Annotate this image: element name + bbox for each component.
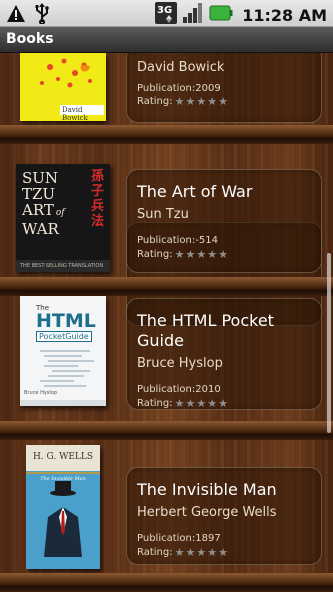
cover-line: SUN: [22, 169, 59, 187]
shelf-divider: [0, 573, 333, 586]
book-list[interactable]: David Bowick David Bowick Publication:20…: [0, 53, 333, 592]
rating-label: Rating:: [137, 96, 173, 107]
star-icon[interactable]: ★: [196, 249, 206, 260]
star-icon[interactable]: ★: [218, 398, 228, 409]
rating-label: Rating:: [137, 249, 173, 260]
rating-stars[interactable]: ★ ★ ★ ★ ★: [175, 547, 228, 558]
publication-label: Publication:: [137, 533, 196, 544]
book-rating[interactable]: Rating: ★ ★ ★ ★ ★: [137, 249, 228, 260]
cover-line: ART: [22, 201, 54, 219]
status-bar: 3G 11:28 AM: [0, 0, 333, 27]
cover-author-text: Bruce Hyslop: [24, 390, 58, 396]
book-title: The HTML Pocket Guide: [137, 311, 274, 350]
publication-year: 1897: [195, 533, 221, 544]
publication-label: Publication:: [137, 83, 196, 94]
usb-icon: [34, 3, 50, 28]
clock: 11:28 AM: [242, 5, 327, 25]
book-card[interactable]: The HTML Pocket Guide Bruce Hyslop Publi…: [126, 298, 322, 410]
book-publication: Publication:2009: [137, 83, 221, 94]
star-icon[interactable]: ★: [175, 547, 185, 558]
star-icon[interactable]: ★: [175, 398, 185, 409]
book-rating[interactable]: Rating: ★ ★ ★ ★ ★: [137, 398, 228, 409]
book-author: Sun Tzu: [137, 207, 189, 222]
cover-chinese-text: 孫子兵法: [91, 169, 105, 229]
rating-stars[interactable]: ★ ★ ★ ★ ★: [175, 398, 228, 409]
svg-text:3G: 3G: [157, 5, 172, 16]
book-cover[interactable]: David Bowick: [20, 53, 106, 121]
book-publication: Publication:-514: [137, 235, 218, 246]
publication-label: Publication:: [137, 384, 196, 395]
scrollbar[interactable]: [327, 253, 331, 433]
publication-year: 2010: [195, 384, 221, 395]
cover-html: HTML: [36, 310, 96, 332]
book-publication: Publication:1897: [137, 533, 221, 544]
book-row[interactable]: David Bowick David Bowick Publication:20…: [0, 53, 333, 133]
star-icon[interactable]: ★: [196, 398, 206, 409]
page-title: Books: [6, 31, 54, 47]
star-icon[interactable]: ★: [218, 249, 228, 260]
publication-label: Publication:: [137, 235, 196, 246]
cover-title-text: The Invisible Man: [40, 476, 86, 482]
book-rating[interactable]: Rating: ★ ★ ★ ★ ★: [137, 96, 228, 107]
book-author: Bruce Hyslop: [137, 356, 223, 371]
book-card[interactable]: The Art of War Sun Tzu Publication:-514 …: [126, 169, 322, 273]
book-card[interactable]: The Invisible Man Herbert George Wells P…: [126, 467, 322, 565]
star-icon[interactable]: ★: [186, 249, 196, 260]
rating-label: Rating:: [137, 398, 173, 409]
star-icon[interactable]: ★: [196, 547, 206, 558]
star-icon[interactable]: ★: [207, 547, 217, 558]
book-cover[interactable]: H. G. WELLS The Invisible Man: [26, 445, 100, 569]
book-author: Herbert George Wells: [137, 505, 277, 520]
cover-line: of: [55, 208, 65, 218]
star-icon[interactable]: ★: [207, 398, 217, 409]
title-bar: Books: [0, 27, 333, 53]
battery-icon: [209, 5, 233, 25]
book-cover[interactable]: SUN TZU ART of WAR 孫子兵法 THE BEST-SELLING …: [16, 164, 110, 272]
star-icon[interactable]: ★: [207, 249, 217, 260]
shelf-divider: [0, 586, 333, 592]
cover-tagline: THE BEST-SELLING TRANSLATION: [20, 263, 104, 269]
shelf-divider: [0, 125, 333, 138]
book-title: The Invisible Man: [137, 480, 277, 499]
cover-art: [26, 445, 100, 569]
star-icon[interactable]: ★: [207, 96, 217, 107]
star-icon[interactable]: ★: [196, 96, 206, 107]
book-author: David Bowick: [137, 60, 225, 75]
3g-icon: 3G: [155, 2, 178, 28]
star-icon[interactable]: ★: [186, 547, 196, 558]
star-icon[interactable]: ★: [175, 96, 185, 107]
shelf-divider: [0, 277, 333, 290]
cover-line: TZU: [22, 185, 56, 203]
cover-pocketguide: PocketGuide: [36, 331, 92, 342]
book-title: The Art of War: [137, 182, 253, 201]
star-icon[interactable]: ★: [218, 547, 228, 558]
cover-title-block: SUN TZU ART of WAR: [22, 170, 65, 237]
rating-stars[interactable]: ★ ★ ★ ★ ★: [175, 249, 228, 260]
star-icon[interactable]: ★: [218, 96, 228, 107]
star-icon[interactable]: ★: [186, 96, 196, 107]
rating-stars[interactable]: ★ ★ ★ ★ ★: [175, 96, 228, 107]
rating-label: Rating:: [137, 547, 173, 558]
publication-year: -514: [195, 235, 218, 246]
cover-author-text: David Bowick: [62, 106, 88, 121]
book-cover[interactable]: The HTML PocketGuide Bruce Hyslop: [20, 296, 106, 406]
cover-line: WAR: [22, 220, 59, 238]
shelf-divider: [0, 421, 333, 434]
publication-year: 2009: [195, 83, 221, 94]
book-card[interactable]: David Bowick Publication:2009 Rating: ★ …: [126, 53, 322, 123]
warning-icon: [6, 4, 26, 27]
star-icon[interactable]: ★: [186, 398, 196, 409]
book-rating[interactable]: Rating: ★ ★ ★ ★ ★: [137, 547, 228, 558]
signal-icon: [182, 2, 204, 28]
cover-author-text: H. G. WELLS: [32, 452, 94, 462]
shelf-divider: [0, 434, 333, 440]
star-icon[interactable]: ★: [175, 249, 185, 260]
book-publication: Publication:2010: [137, 384, 221, 395]
